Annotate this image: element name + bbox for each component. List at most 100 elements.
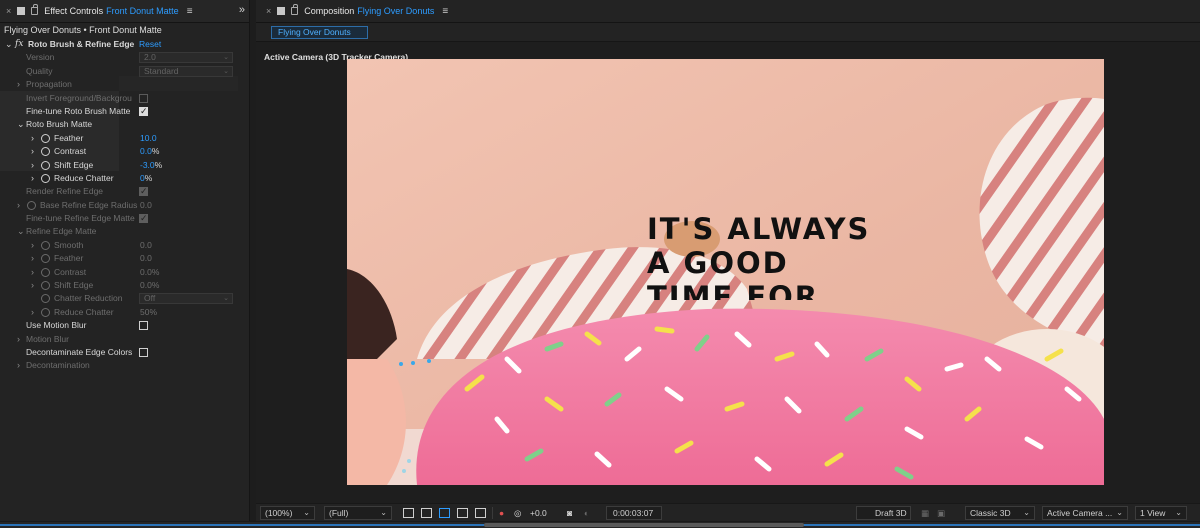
breadcrumb: Flying Over Donuts • Front Donut Matte xyxy=(4,25,162,35)
chevron-right-icon[interactable]: › xyxy=(31,239,34,252)
chevron-down-icon[interactable]: ⌄ xyxy=(17,118,25,131)
snapshot-icon[interactable]: ◙ xyxy=(567,508,572,518)
close-tab-icon[interactable]: × xyxy=(266,6,271,16)
exposure-value[interactable]: +0.0 xyxy=(530,508,547,518)
stopwatch-icon[interactable] xyxy=(41,294,50,304)
base-radius-row: › Base Refine Edge Radius 0.0 xyxy=(0,199,249,212)
close-tab-icon[interactable]: × xyxy=(6,6,11,16)
roto-matte-group-row[interactable]: ⌄ Roto Brush Matte xyxy=(0,118,249,131)
effect-controls-layer-name[interactable]: Front Donut Matte xyxy=(106,6,179,16)
transparency-grid-icon[interactable] xyxy=(421,508,432,518)
channels-icon[interactable]: ● xyxy=(499,508,504,518)
timecode-value: 0:00:03:07 xyxy=(613,508,654,518)
chevron-right-icon[interactable]: › xyxy=(31,252,34,265)
motion-blur-label: Motion Blur xyxy=(26,333,69,344)
chevron-right-icon[interactable]: › xyxy=(17,359,20,372)
shift-edge-value-group: -3.0% xyxy=(140,159,162,172)
stopwatch-icon[interactable] xyxy=(41,267,50,277)
chevron-down-icon[interactable]: ⌄ xyxy=(17,225,25,238)
panel-menu-icon[interactable]: ≡ xyxy=(442,6,448,17)
tab-composition[interactable]: Composition xyxy=(304,6,354,16)
region-of-interest-icon[interactable] xyxy=(457,508,468,518)
stopwatch-icon[interactable] xyxy=(41,147,50,157)
motion-blur-row[interactable]: › Motion Blur xyxy=(0,333,249,346)
quality-value: Standard xyxy=(144,65,179,76)
lock-icon[interactable] xyxy=(31,4,39,15)
stopwatch-icon[interactable] xyxy=(41,133,50,143)
stopwatch-icon[interactable] xyxy=(41,240,50,250)
chevron-right-icon[interactable]: › xyxy=(17,78,20,91)
stopwatch-icon[interactable] xyxy=(41,307,50,317)
chevron-right-icon[interactable]: › xyxy=(31,266,34,279)
timeline-scroll-strip xyxy=(0,521,1200,528)
r-smooth-label: Smooth xyxy=(54,239,84,250)
reset-button[interactable]: Reset xyxy=(139,38,161,51)
mask-visibility-icon[interactable] xyxy=(439,508,450,518)
decontaminate-row: Decontaminate Edge Colors xyxy=(0,346,249,359)
panel-menu-icon[interactable]: ≡ xyxy=(187,6,193,17)
base-radius-value: 0.0 xyxy=(140,199,152,210)
resolution-dropdown[interactable]: (Full) ⌄ xyxy=(324,506,392,520)
invert-checkbox[interactable] xyxy=(139,93,148,103)
chevron-right-icon[interactable]: › xyxy=(31,172,34,185)
fx-icon[interactable]: fx xyxy=(15,38,23,51)
3d-ground-plane-icon[interactable]: ▦ xyxy=(921,508,929,519)
roto-matte-label: Roto Brush Matte xyxy=(26,119,93,130)
use-motion-blur-checkbox[interactable] xyxy=(139,321,148,331)
shift-edge-value[interactable]: -3.0 xyxy=(140,160,155,170)
chevron-right-icon[interactable]: › xyxy=(17,333,20,346)
composition-viewer[interactable]: IT'S ALWAYS A GOOD TIME FOR xyxy=(347,59,1104,485)
propagation-row[interactable]: › Propagation xyxy=(0,78,249,91)
renderer-dropdown[interactable]: Classic 3D ⌄ xyxy=(965,506,1035,520)
tab-effect-controls[interactable]: Effect Controls xyxy=(44,6,103,16)
chatter-reduction-dropdown[interactable]: Off ⌄ xyxy=(139,293,233,305)
reset-exposure-icon[interactable]: ◎ xyxy=(514,508,521,519)
show-snapshot-icon[interactable]: ◐ xyxy=(584,508,589,518)
stopwatch-icon[interactable] xyxy=(41,281,50,291)
finetune-refine-checkbox[interactable] xyxy=(139,212,148,225)
chevron-right-icon[interactable]: › xyxy=(31,306,34,319)
lock-icon[interactable] xyxy=(291,4,299,15)
chevron-right-icon[interactable]: › xyxy=(31,159,34,172)
camera-view-dropdown[interactable]: Active Camera ... ⌄ xyxy=(1042,506,1128,520)
extended-viewer-icon[interactable]: ▣ xyxy=(937,508,945,519)
reduce-chatter-label: Reduce Chatter xyxy=(54,172,114,183)
effect-header-row[interactable]: ⌄ fx Roto Brush & Refine Edge Reset xyxy=(0,38,249,51)
contrast-value[interactable]: 0.0 xyxy=(140,146,152,156)
stopwatch-icon[interactable] xyxy=(41,254,50,264)
timecode-field[interactable]: 0:00:03:07 xyxy=(606,506,662,520)
contrast-row: › Contrast 0.0% xyxy=(0,145,249,158)
quality-dropdown[interactable]: Standard ⌄ xyxy=(139,65,233,77)
composition-chip[interactable]: Flying Over Donuts xyxy=(271,26,368,39)
quality-row: Quality Standard ⌄ xyxy=(0,65,249,78)
composition-name[interactable]: Flying Over Donuts xyxy=(357,6,434,16)
finetune-refine-label: Fine-tune Refine Edge Matte xyxy=(26,213,135,224)
stopwatch-icon[interactable] xyxy=(41,160,50,170)
chevron-right-icon[interactable]: › xyxy=(31,132,34,145)
expand-panels-icon[interactable]: » xyxy=(239,4,245,16)
grid-guides-icon[interactable] xyxy=(475,508,486,518)
render-refine-label: Render Refine Edge xyxy=(26,186,104,197)
stopwatch-icon[interactable] xyxy=(41,173,50,183)
draft-3d-toggle[interactable]: Draft 3D xyxy=(856,506,911,520)
fast-previews-icon[interactable] xyxy=(403,508,414,518)
chevron-right-icon[interactable]: › xyxy=(31,279,34,292)
version-dropdown[interactable]: 2.0 ⌄ xyxy=(139,52,233,64)
effect-controls-tabbar: × Effect Controls Front Donut Matte ≡ » xyxy=(0,0,249,23)
stopwatch-icon[interactable] xyxy=(27,200,36,210)
decontaminate-checkbox[interactable] xyxy=(139,347,148,357)
chevron-right-icon[interactable]: › xyxy=(31,145,34,158)
refine-matte-group-row[interactable]: ⌄ Refine Edge Matte xyxy=(0,225,249,238)
view-layout-dropdown[interactable]: 1 View ⌄ xyxy=(1135,506,1187,520)
scrollbar-thumb[interactable] xyxy=(484,523,804,527)
chevron-down-icon[interactable]: ⌄ xyxy=(5,38,13,51)
chatter-reduction-value: Off xyxy=(144,293,156,304)
decontamination-row[interactable]: › Decontamination xyxy=(0,359,249,372)
finetune-roto-row: Fine-tune Roto Brush Matte xyxy=(0,105,249,118)
contrast-value-group: 0.0% xyxy=(140,145,159,158)
chevron-right-icon[interactable]: › xyxy=(17,199,20,212)
feather-value[interactable]: 10.0 xyxy=(140,132,157,145)
zoom-dropdown[interactable]: (100%) ⌄ xyxy=(260,506,315,520)
render-refine-checkbox[interactable] xyxy=(139,185,148,199)
finetune-roto-checkbox[interactable] xyxy=(139,105,148,118)
